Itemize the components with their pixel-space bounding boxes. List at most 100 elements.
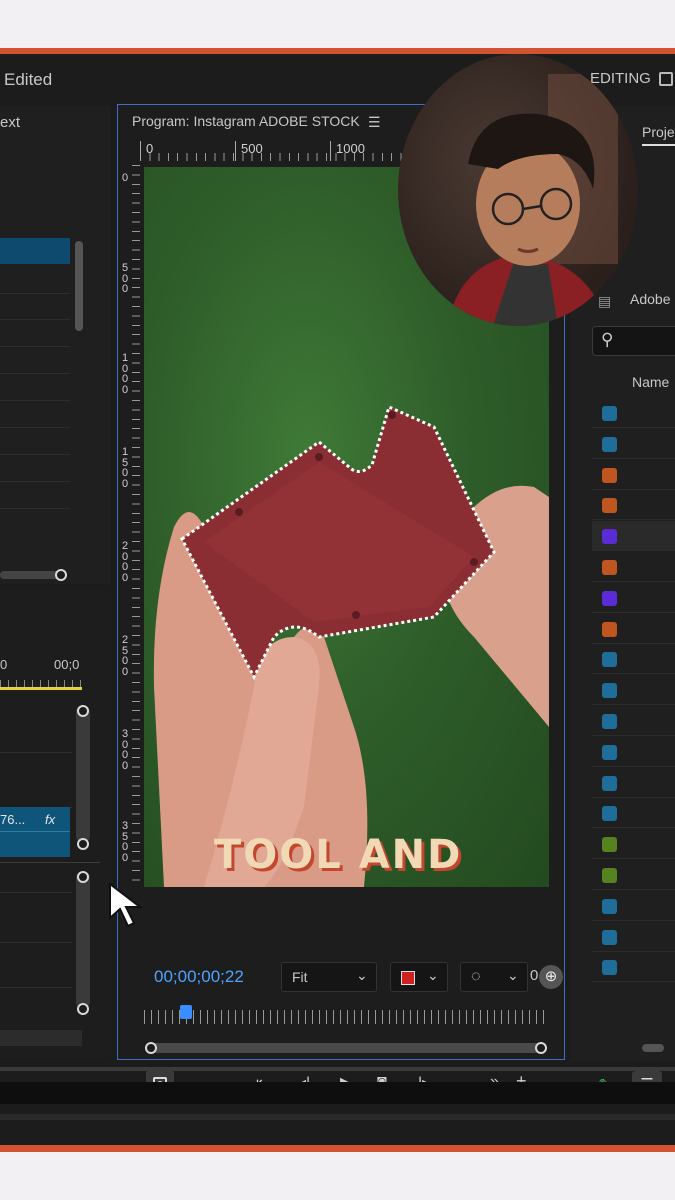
- timeline-ticks: [0, 680, 82, 687]
- label-color-swatch[interactable]: [602, 837, 617, 853]
- project-item[interactable]: [592, 614, 675, 644]
- project-item[interactable]: [592, 521, 675, 552]
- project-item[interactable]: [592, 798, 675, 829]
- fit-dropdown[interactable]: Fit ⌄: [281, 962, 377, 992]
- fx-badge[interactable]: fx: [45, 812, 55, 827]
- project-item[interactable]: [592, 860, 675, 890]
- clip-label: 76...: [0, 812, 26, 827]
- label-color-swatch[interactable]: [602, 560, 617, 575]
- selected-row[interactable]: [0, 238, 70, 264]
- label-color-swatch[interactable]: [602, 406, 617, 421]
- add-marker-icon[interactable]: ⊕: [539, 965, 563, 989]
- video-scroll-top-handle[interactable]: [77, 705, 89, 717]
- project-item[interactable]: [592, 583, 675, 613]
- chevron-down-icon: ⌄: [356, 967, 368, 983]
- timeline-start-time: 0: [0, 657, 8, 672]
- ruler-left-3500: 3500: [121, 820, 129, 864]
- workspaces-icon[interactable]: [659, 72, 673, 86]
- project-item[interactable]: [592, 737, 675, 767]
- audio-scroll-bottom-handle[interactable]: [77, 1003, 89, 1015]
- project-item[interactable]: [592, 952, 675, 983]
- hamburger-icon[interactable]: ☰: [368, 114, 381, 131]
- timeline-zoom-bar[interactable]: [0, 1030, 82, 1046]
- project-item[interactable]: [592, 768, 675, 798]
- project-scrollbar[interactable]: [642, 1044, 664, 1052]
- project-item[interactable]: [592, 398, 675, 428]
- scrub-ruler[interactable]: [144, 1010, 544, 1024]
- label-color-swatch[interactable]: [602, 436, 617, 452]
- timeline-end-time: 00;0: [54, 657, 80, 672]
- project-item[interactable]: [592, 644, 675, 675]
- ruler-left-3000: 3000: [121, 728, 129, 772]
- lasso-icon: ◌: [471, 968, 481, 985]
- label-color-swatch[interactable]: [602, 714, 617, 729]
- program-monitor-title: Program: Instagram ADOBE STOCK: [132, 113, 360, 129]
- work-area-bar[interactable]: [0, 687, 82, 690]
- search-icon: ⚲: [601, 330, 614, 349]
- zoom-left-handle[interactable]: [145, 1042, 157, 1054]
- ruler-left-0: 0: [121, 172, 129, 184]
- video-scroll-bottom-handle[interactable]: [77, 838, 89, 850]
- left-panel-title: ext: [0, 114, 21, 131]
- chevron-down-icon: ⌄: [507, 967, 519, 983]
- label-color-swatch[interactable]: [602, 868, 617, 883]
- mouse-cursor: [109, 882, 143, 928]
- label-color-swatch[interactable]: [602, 960, 617, 976]
- record-icon: [401, 971, 415, 985]
- left-panel-scrollbar[interactable]: [75, 241, 83, 331]
- premiere-window: Edited EDITING ext ▸♪ ⇪ 0 00;0 76... fx: [0, 48, 675, 1152]
- project-item[interactable]: [592, 552, 675, 582]
- fit-label: Fit: [292, 969, 308, 985]
- lasso-dropdown[interactable]: ◌ ⌄: [460, 962, 528, 992]
- project-item[interactable]: [592, 891, 675, 921]
- record-dropdown[interactable]: ⌄: [390, 962, 448, 992]
- ruler-left-1000: 1000: [121, 352, 129, 396]
- ruler-top-0: 0: [146, 141, 154, 156]
- project-item-list: [592, 398, 675, 1018]
- label-color-swatch[interactable]: [602, 929, 617, 945]
- label-color-swatch[interactable]: [602, 898, 617, 914]
- audio-scroll-top-handle[interactable]: [77, 871, 89, 883]
- bottom-track-area: [0, 1082, 675, 1104]
- bottom-track-line: [0, 1114, 675, 1120]
- label-color-swatch[interactable]: [602, 775, 617, 791]
- project-search-input[interactable]: ⚲: [592, 326, 675, 356]
- label-color-swatch[interactable]: [602, 744, 617, 760]
- left-zoom-handle[interactable]: [55, 569, 67, 581]
- timecode[interactable]: 00;00;00;22: [154, 967, 244, 987]
- label-color-swatch[interactable]: [602, 652, 617, 668]
- label-color-swatch[interactable]: [602, 621, 617, 637]
- project-item[interactable]: [592, 429, 675, 459]
- ruler-left-2500: 2500: [121, 634, 129, 678]
- project-item[interactable]: [592, 922, 675, 952]
- zoom-right-handle[interactable]: [535, 1042, 547, 1054]
- partial-value: 0: [530, 967, 539, 984]
- ruler-left-1500: 1500: [121, 446, 129, 490]
- video-caption: TOOL AND: [214, 832, 463, 878]
- video-track-scroll[interactable]: [76, 705, 90, 843]
- timeline-panel: 0 00;0 76... fx: [0, 587, 111, 1059]
- project-item[interactable]: [592, 829, 675, 860]
- left-zoom-bar[interactable]: [0, 571, 62, 579]
- bottom-divider: [0, 1067, 675, 1071]
- project-item[interactable]: [592, 706, 675, 736]
- project-item[interactable]: [592, 675, 675, 706]
- project-item[interactable]: [592, 490, 675, 521]
- project-title: Edited: [4, 70, 53, 89]
- label-color-swatch[interactable]: [602, 498, 617, 514]
- monitor-zoom-bar[interactable]: [150, 1043, 542, 1053]
- label-color-swatch[interactable]: [602, 806, 617, 822]
- label-color-swatch[interactable]: [602, 683, 617, 699]
- project-item[interactable]: [592, 460, 675, 490]
- audio-track-scroll[interactable]: [76, 871, 90, 1009]
- chevron-down-icon: ⌄: [427, 967, 439, 983]
- left-ruler: 0 500 1000 1500 2000 2500 3000 3500: [118, 165, 140, 885]
- label-color-swatch[interactable]: [602, 590, 617, 606]
- name-column-header[interactable]: Name: [632, 374, 669, 390]
- top-ruler: 0 500 1000: [140, 141, 410, 161]
- left-panel: ext ▸♪ ⇪: [0, 106, 111, 619]
- project-tab[interactable]: Proje: [642, 124, 675, 140]
- label-color-swatch[interactable]: [602, 467, 617, 483]
- label-color-swatch[interactable]: [602, 529, 617, 545]
- playhead[interactable]: [180, 1005, 192, 1019]
